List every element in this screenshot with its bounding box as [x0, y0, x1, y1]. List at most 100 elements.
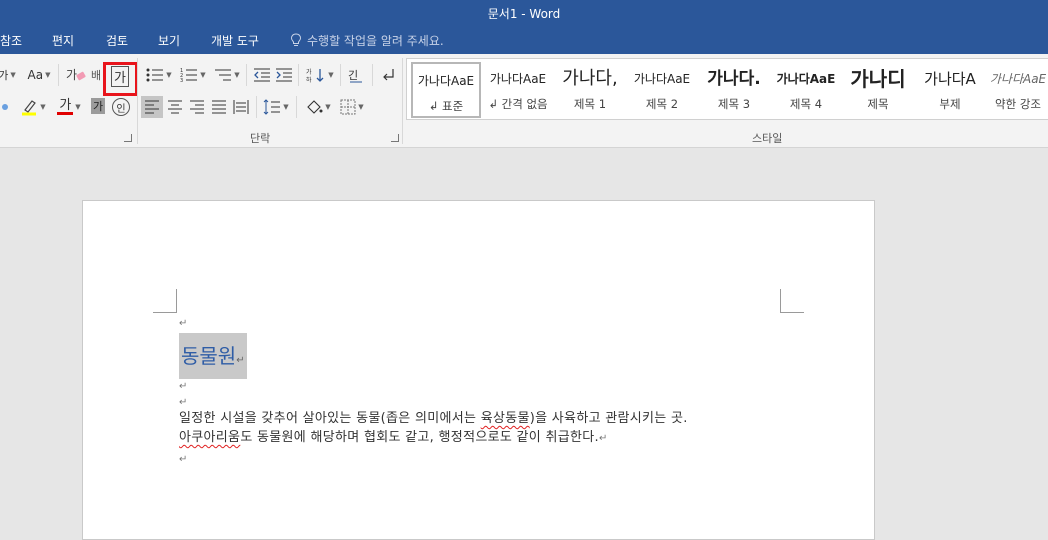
paragraph-mark-icon [383, 69, 394, 81]
window-title: 문서1 - Word [487, 7, 561, 21]
sort-button[interactable]: 가하 ▼ [304, 64, 336, 86]
ribbon-tabs: 참조 편지 검토 보기 개발 도구 수행할 작업을 알려 주세요. [0, 28, 1048, 54]
font-color-button[interactable]: 가 ▼ [54, 96, 84, 118]
distributed-icon [233, 100, 249, 114]
align-center-button[interactable] [164, 96, 186, 118]
divider [296, 96, 297, 118]
paint-bucket-icon [307, 100, 323, 114]
styles-group-label: 스타일 [752, 132, 783, 145]
divider [58, 64, 59, 86]
phonetic-guide-button[interactable]: 배 [88, 64, 104, 86]
body-line-2: 아쿠아리움도 동물원에 해당하며 협회도 같고, 행정적으로도 같이 취급한다.… [179, 430, 608, 445]
lightbulb-icon [290, 33, 302, 46]
svg-text:가: 가 [66, 68, 77, 82]
clear-formatting-button[interactable]: 가 [64, 64, 88, 86]
style-subtitle[interactable]: 가나다A 부제 [915, 62, 985, 118]
group-divider [402, 58, 403, 144]
paragraph-dialog-launcher[interactable] [391, 134, 399, 142]
paragraph-mark: ↵ [179, 397, 188, 408]
tab-review[interactable]: 검토 [106, 28, 128, 54]
text-direction-icon: 긴 [348, 69, 362, 83]
line-spacing-icon [263, 99, 281, 115]
align-left-icon [145, 100, 159, 114]
highlighter-icon [22, 100, 37, 116]
paragraph-mark: ↵ [179, 318, 188, 329]
multilevel-list-icon [215, 69, 232, 81]
spelling-error-word[interactable]: 아쿠아리움 [179, 430, 240, 445]
change-case-button[interactable]: Aa ▼ [24, 64, 54, 86]
increase-indent-button[interactable] [274, 64, 294, 86]
numbered-list-icon: 123 [180, 68, 198, 83]
bullets-button[interactable]: ▼ [144, 64, 174, 86]
crop-mark-left [153, 289, 177, 313]
character-shading-button[interactable]: 가 [90, 97, 106, 115]
svg-text:긴: 긴 [348, 69, 358, 82]
divider [372, 64, 373, 86]
multilevel-list-button[interactable]: ▼ [212, 64, 242, 86]
show-hide-marks-button[interactable] [378, 64, 398, 86]
numbering-button[interactable]: 123 ▼ [178, 64, 208, 86]
align-center-icon [168, 100, 182, 114]
ribbon: 가 ▼ Aa ▼ 가 배 가 ▼ 가 ▼ 가 인 ▼ 1 2 3 ▼ ▼ 가 하… [0, 54, 1048, 148]
paragraph-group-label: 단락 [250, 132, 271, 145]
distributed-button[interactable] [230, 96, 252, 118]
crop-mark-right [780, 289, 804, 313]
tab-mailings[interactable]: 편지 [52, 28, 74, 54]
tab-view[interactable]: 보기 [158, 28, 180, 54]
highlight-color-button[interactable]: ▼ [20, 96, 46, 118]
style-subtle-emphasis[interactable]: 가나다AaE 약한 강조 [987, 62, 1048, 118]
title-bar: 문서1 - Word [0, 0, 1048, 28]
justify-icon [212, 100, 226, 114]
decrease-indent-icon [254, 68, 270, 82]
clear-formatting-icon: 가 [66, 68, 86, 82]
tell-me-placeholder: 수행할 작업을 알려 주세요. [307, 34, 444, 48]
style-no-spacing[interactable]: 가나다AaE ↲ 간격 없음 [483, 62, 553, 118]
sort-icon: 가하 [306, 68, 324, 83]
tell-me-search[interactable]: 수행할 작업을 알려 주세요. [290, 28, 444, 54]
divider [256, 96, 257, 118]
selected-heading[interactable]: 동물원↵ [179, 333, 247, 379]
font-size-dropdown[interactable]: 가 ▼ [0, 64, 16, 86]
align-left-button[interactable] [141, 96, 163, 118]
paragraph-mark: ↵ [236, 355, 245, 366]
tab-developer[interactable]: 개발 도구 [211, 28, 259, 54]
enclose-characters-button[interactable]: 인 [110, 96, 132, 118]
svg-text:가: 가 [306, 68, 312, 76]
styles-gallery: 가나다AaE ↲ 표준 가나다AaE ↲ 간격 없음 가나다, 제목 1 가나다… [406, 58, 1048, 120]
divider [298, 64, 299, 86]
svg-text:하: 하 [306, 76, 312, 83]
style-title[interactable]: 가나디 제목 [843, 62, 913, 118]
shading-button[interactable]: ▼ [302, 96, 334, 118]
spelling-error-word[interactable]: 육상동물 [481, 411, 530, 426]
svg-text:3: 3 [180, 78, 183, 83]
paragraph-mark: ↵ [179, 454, 188, 465]
tab-references[interactable]: 참조 [0, 28, 22, 54]
body-paragraph[interactable]: 일정한 시설을 갖추어 살아있는 동물(좁은 의미에서는 육상동물)을 사육하고… [179, 409, 779, 448]
style-heading-2[interactable]: 가나다AaE 제목 2 [627, 62, 697, 118]
divider [246, 64, 247, 86]
style-heading-4[interactable]: 가나다AaE 제목 4 [771, 62, 841, 118]
borders-icon [340, 99, 356, 115]
style-heading-1[interactable]: 가나다, 제목 1 [555, 62, 625, 118]
font-dialog-launcher[interactable] [124, 134, 132, 142]
heading-text: 동물원 [181, 344, 237, 368]
bullet-list-icon [146, 68, 164, 82]
text-effects-button[interactable] [0, 96, 16, 118]
body-line-1: 일정한 시설을 갖추어 살아있는 동물(좁은 의미에서는 육상동물)을 사육하고… [179, 411, 688, 426]
increase-indent-icon [276, 68, 292, 82]
align-right-icon [190, 100, 204, 114]
align-right-button[interactable] [186, 96, 208, 118]
borders-button[interactable]: ▼ [336, 96, 368, 118]
style-heading-3[interactable]: 가나다. 제목 3 [699, 62, 769, 118]
justify-button[interactable] [208, 96, 230, 118]
divider [340, 64, 341, 86]
document-page[interactable]: ↵ 동물원↵ ↵ ↵ 일정한 시설을 갖추어 살아있는 동물(좁은 의미에서는 … [82, 200, 875, 540]
style-normal[interactable]: 가나다AaE ↲ 표준 [411, 62, 481, 118]
paragraph-mark: ↵ [179, 381, 188, 392]
decrease-indent-button[interactable] [252, 64, 272, 86]
line-spacing-button[interactable]: ▼ [260, 96, 292, 118]
highlight-annotation [103, 62, 138, 96]
group-divider [137, 58, 138, 144]
paragraph-direction-button[interactable]: 긴 [346, 64, 366, 86]
text-effects-icon [2, 104, 8, 110]
